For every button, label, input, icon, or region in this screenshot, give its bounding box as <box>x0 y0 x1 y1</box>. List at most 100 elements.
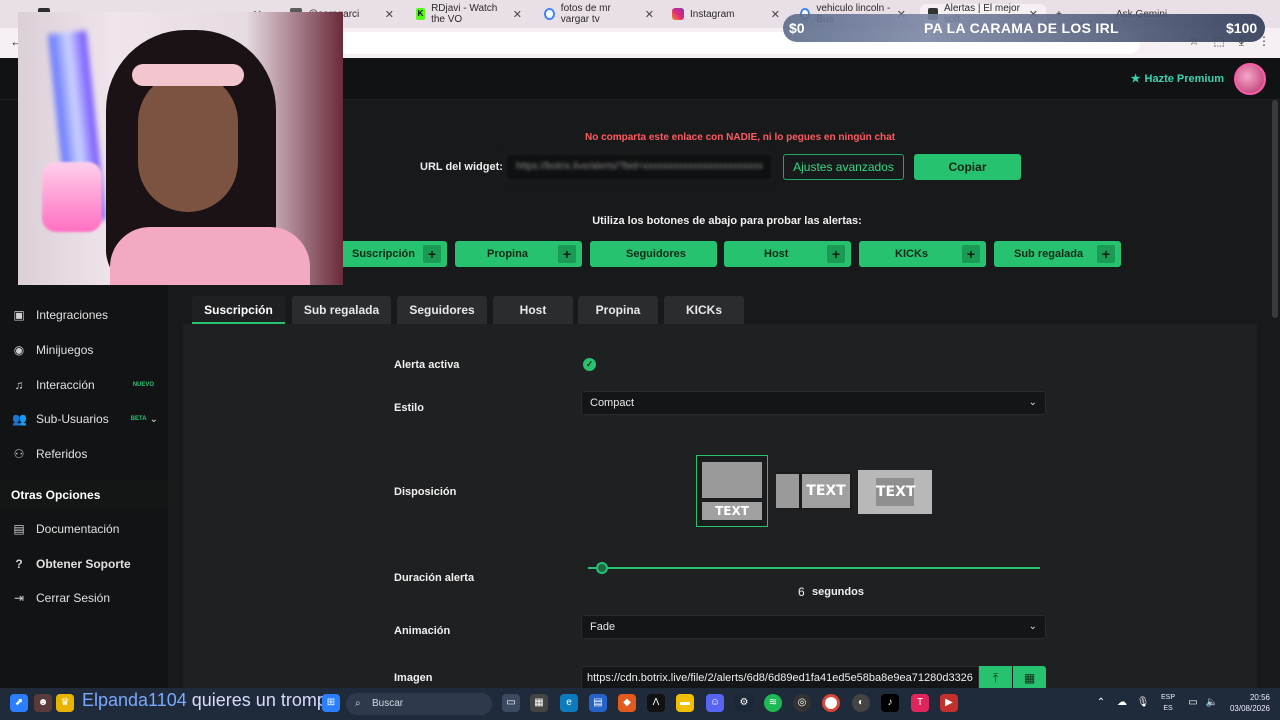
streamer-face <box>138 72 238 212</box>
user-avatar[interactable] <box>1234 63 1266 95</box>
integrations-icon: ▣ <box>13 308 25 322</box>
pink-lamp <box>42 162 102 232</box>
star-icon: ★ <box>1130 73 1141 85</box>
tab-close-icon[interactable]: ✕ <box>513 8 522 21</box>
tab-suscripcion[interactable]: Suscripción <box>192 296 285 324</box>
app-icon[interactable]: T <box>911 694 929 712</box>
tab-close-icon[interactable]: ✕ <box>771 8 780 21</box>
youtube-icon[interactable]: ▶ <box>940 694 958 712</box>
network-icon[interactable]: ▭ <box>1184 694 1202 712</box>
browser-tab-5[interactable]: fotos de mr vargar tv ✕ <box>536 3 662 25</box>
task-view-icon[interactable]: ▭ <box>502 694 520 712</box>
duration-slider-track[interactable] <box>588 567 1040 569</box>
test-kicks-button[interactable]: KICKs + <box>859 241 986 267</box>
app-icon[interactable]: ◎ <box>793 694 811 712</box>
mic-icon[interactable]: 🎙 <box>1134 694 1152 712</box>
kick-icon: K <box>416 8 426 20</box>
discord-icon[interactable]: ☺ <box>706 694 724 712</box>
tab-title: fotos de mr vargar tv <box>560 3 611 25</box>
streamer-shirt <box>110 227 310 285</box>
language-indicator[interactable]: ESP ES <box>1161 692 1175 714</box>
gallery-icon[interactable]: ▦ <box>1013 666 1046 690</box>
test-propina-button[interactable]: Propina + <box>455 241 582 267</box>
sidebar-section-title: Otras Opciones <box>0 481 168 509</box>
taskbar-search[interactable]: ⌕ Buscar <box>346 693 492 715</box>
chevron-down-icon: ⌄ <box>149 413 158 425</box>
tab-propina[interactable]: Propina <box>578 296 658 324</box>
app-icon[interactable]: ☻ <box>34 694 52 712</box>
tab-seguidores[interactable]: Seguidores <box>397 296 487 324</box>
crown-icon[interactable]: ♛ <box>56 694 74 712</box>
tiktok-icon[interactable]: ♪ <box>881 694 899 712</box>
layout-option-side[interactable]: TEXT <box>776 472 852 510</box>
steam-icon[interactable]: ⚙ <box>735 694 753 712</box>
active-label: Alerta activa <box>394 359 460 371</box>
sidebar-item-minijuegos[interactable]: ◉ Minijuegos <box>0 335 168 365</box>
taskbar-clock[interactable]: 20:56 03/08/2026 <box>1226 692 1270 714</box>
animation-value: Fade <box>590 621 616 633</box>
tab-close-icon[interactable]: ✕ <box>645 8 654 21</box>
active-checkbox[interactable]: ✓ <box>583 358 596 371</box>
text-placeholder: TEXT <box>876 478 915 506</box>
browser-tab-6[interactable]: Instagram ✕ <box>664 4 788 24</box>
start-icon[interactable]: ⊞ <box>322 694 340 712</box>
cloud-icon[interactable]: ☁ <box>1113 694 1131 712</box>
test-host-button[interactable]: Host + <box>724 241 851 267</box>
volume-icon[interactable]: 🔈 <box>1203 694 1221 712</box>
lang-bottom: ES <box>1163 705 1173 712</box>
folder-icon[interactable]: ▬ <box>676 694 694 712</box>
image-url-input[interactable]: https://cdn.botrix.live/file/2/alerts/6d… <box>581 666 979 690</box>
page-scrollbar[interactable] <box>1272 100 1278 318</box>
style-label: Estilo <box>394 402 424 414</box>
upload-icon[interactable]: ⤒ <box>979 666 1012 690</box>
premium-link[interactable]: ★ Hazte Premium <box>1130 72 1224 86</box>
browser-tab-4[interactable]: K RDjavi - Watch the VO ✕ <box>408 3 530 25</box>
chat-ticker: Elpanda1104 quieres un tromp <box>82 690 327 711</box>
sidebar-item-label: Sub-Usuarios <box>36 412 109 426</box>
widgets-icon[interactable]: ▦ <box>530 694 548 712</box>
advanced-settings-button[interactable]: Ajustes avanzados <box>783 154 904 180</box>
google-icon <box>544 8 555 20</box>
referrals-icon: ⚇ <box>13 447 25 461</box>
premium-label: Hazte Premium <box>1144 72 1224 85</box>
test-sub-regalada-button[interactable]: Sub regalada + <box>994 241 1121 267</box>
duration-label: Duración alerta <box>394 572 475 584</box>
brave-icon[interactable]: ◆ <box>618 694 636 712</box>
obs-icon[interactable]: ◐ <box>852 694 870 712</box>
style-select[interactable]: Compact ⌄ <box>581 391 1046 415</box>
tab-kicks[interactable]: KICKs <box>664 296 744 324</box>
app-icon[interactable]: Λ <box>647 694 665 712</box>
app-icon[interactable]: ⬈ <box>10 694 28 712</box>
sidebar-item-cerrar-sesion[interactable]: ⇥ Cerrar Sesión <box>0 583 168 613</box>
layout-option-stacked[interactable]: TEXT <box>696 455 768 527</box>
copy-button[interactable]: Copiar <box>914 154 1021 180</box>
sidebar-item-referidos[interactable]: ⚇ Referidos <box>0 439 168 469</box>
widget-url-input[interactable]: https://botrix.live/alerts/?bid=xxxxxxxx… <box>505 153 773 181</box>
chrome-icon[interactable] <box>822 694 840 712</box>
tab-host[interactable]: Host <box>493 296 573 324</box>
new-badge: NUEVO <box>132 382 155 388</box>
tray-chevron-icon[interactable]: ⌃ <box>1092 694 1110 712</box>
test-seguidores-button[interactable]: Seguidores <box>590 241 717 267</box>
sidebar-item-documentacion[interactable]: ▤ Documentación <box>0 514 168 544</box>
sidebar-item-soporte[interactable]: ? Obtener Soporte <box>0 549 168 579</box>
image-placeholder-icon <box>776 474 799 508</box>
chat-message: quieres un tromp <box>186 690 327 710</box>
url-label: URL del widget: <box>420 161 503 173</box>
tab-sub-regalada[interactable]: Sub regalada <box>292 296 391 324</box>
webcam-overlay <box>18 12 343 285</box>
tab-close-icon[interactable]: ✕ <box>385 8 394 21</box>
sidebar-item-sub-usuarios[interactable]: 👥 Sub-Usuarios BETA ⌄ <box>0 404 168 434</box>
edge-icon[interactable]: e <box>560 694 578 712</box>
help-icon: ? <box>15 557 23 571</box>
goal-start: $0 <box>789 20 805 36</box>
search-icon: ⌕ <box>355 698 361 709</box>
sidebar-item-interaccion[interactable]: ♫ Interacción NUEVO <box>0 370 168 400</box>
layout-option-overlay[interactable]: TEXT <box>858 470 932 514</box>
spotify-icon[interactable]: ≋ <box>764 694 782 712</box>
duration-slider-thumb[interactable] <box>595 562 608 574</box>
sidebar-item-integraciones[interactable]: ▣ Integraciones <box>0 300 168 330</box>
document-icon: ▤ <box>13 522 25 536</box>
store-icon[interactable]: ▤ <box>589 694 607 712</box>
animation-select[interactable]: Fade ⌄ <box>581 615 1046 639</box>
